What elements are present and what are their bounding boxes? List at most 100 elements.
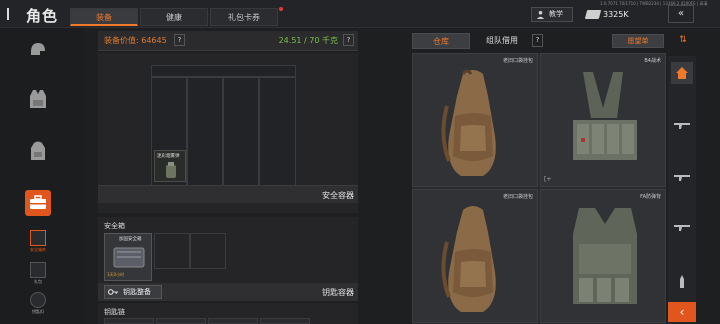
reinforced-safebox-item[interactable]: 加固安全箱 3天0小时 bbox=[104, 233, 152, 281]
tab-label: 健康 bbox=[166, 13, 182, 22]
grid-cell[interactable] bbox=[151, 65, 296, 77]
slot-vest[interactable] bbox=[25, 86, 51, 112]
double-chevron-left-icon: « bbox=[677, 8, 685, 19]
armor-vest-icon bbox=[573, 208, 637, 304]
storage-grid: 老旧口袋挂包 B4战术 [+ 老旧口袋挂包 FA防弹背 bbox=[412, 53, 666, 324]
item-mark: [+ bbox=[544, 176, 552, 183]
category-rifle[interactable] bbox=[671, 216, 693, 238]
slot-helmet[interactable] bbox=[25, 36, 51, 62]
sidebar-item-label: 钥匙扣 bbox=[32, 309, 44, 314]
keychain-area: 钥匙链 bbox=[98, 303, 358, 324]
wishlist-label: 愿望单 bbox=[627, 37, 649, 45]
sort-button[interactable]: ⇅ bbox=[672, 31, 694, 49]
wishlist-button[interactable]: 愿望单 bbox=[612, 34, 664, 48]
helmet-icon bbox=[31, 43, 45, 55]
tab-label: 装备 bbox=[96, 13, 112, 22]
back-icon[interactable] bbox=[6, 7, 20, 21]
category-rifle[interactable] bbox=[671, 114, 693, 136]
help-mark: ? bbox=[346, 36, 351, 44]
rifle-icon bbox=[674, 225, 690, 231]
tab-label: 仓库 bbox=[433, 37, 449, 46]
sidebar-item-safebox[interactable]: 安全箱库 bbox=[28, 230, 48, 253]
tutorial-button[interactable]: 教学 bbox=[531, 7, 573, 22]
case-icon bbox=[30, 195, 46, 209]
collapse-rail-button[interactable]: ‹ bbox=[668, 302, 696, 322]
storage-item[interactable]: B4战术 [+ bbox=[540, 53, 666, 187]
safe-slot[interactable] bbox=[190, 233, 226, 269]
help-button[interactable]: ? bbox=[532, 34, 543, 47]
sidebar-item-label: 安全箱库 bbox=[30, 247, 46, 252]
sack-backpack-icon bbox=[441, 69, 496, 176]
storage-item[interactable]: 老旧口袋挂包 bbox=[412, 53, 538, 187]
sack-backpack-icon bbox=[441, 206, 496, 312]
item-name: FA防弹背 bbox=[640, 194, 661, 200]
grenade-icon bbox=[166, 162, 176, 178]
slot-backpack[interactable] bbox=[25, 138, 51, 164]
page-title: 角色 bbox=[26, 7, 59, 25]
keyring-icon bbox=[30, 292, 46, 308]
backpack-icon bbox=[31, 141, 45, 160]
grid-cell[interactable] bbox=[223, 77, 259, 189]
section-title: 安全容器 bbox=[322, 191, 354, 200]
keychain-label: 钥匙链 bbox=[104, 308, 125, 316]
chevron-left-icon: ‹ bbox=[679, 305, 685, 319]
gift-icon bbox=[30, 262, 46, 278]
category-all[interactable] bbox=[671, 62, 693, 84]
rifle-icon bbox=[674, 123, 690, 129]
category-rail bbox=[668, 56, 696, 324]
tab-team-borrow[interactable]: 组队借用 bbox=[474, 33, 530, 49]
tab-label: 组队借用 bbox=[486, 36, 518, 45]
grid-cell[interactable] bbox=[259, 77, 296, 189]
slot-case[interactable] bbox=[25, 190, 51, 216]
safe-container-header: 安全容器 bbox=[98, 185, 358, 203]
safe-container-area: 安全箱 加固安全箱 3天0小时 bbox=[98, 217, 358, 283]
equipment-slot-sidebar: 安全箱库 礼包 钥匙扣 bbox=[0, 28, 84, 324]
weight-help-button[interactable]: ? bbox=[343, 34, 354, 46]
key-organize-button[interactable]: 钥匙整备 bbox=[104, 285, 162, 299]
help-mark: ? bbox=[177, 36, 182, 44]
sidebar-item-label: 礼包 bbox=[34, 279, 42, 284]
storage-panel: 仓库 组队借用 ? 愿望单 老旧口袋挂包 B4战术 [+ 老旧口袋挂包 FA防弹… bbox=[412, 31, 666, 324]
key-slot[interactable] bbox=[104, 318, 154, 324]
notification-dot bbox=[279, 7, 283, 11]
item-name: B4战术 bbox=[644, 58, 661, 64]
smoke-grenade-item[interactable]: 迷彩烟雾弹 bbox=[154, 150, 186, 182]
sort-icon: ⇅ bbox=[679, 35, 687, 45]
key-container-header: 钥匙整备 钥匙容器 bbox=[98, 283, 358, 301]
help-mark: ? bbox=[535, 36, 540, 44]
top-bar: 角色 装备 健康 礼包卡券 1.0.7071 70/1710 | TWB2234… bbox=[0, 0, 720, 28]
tutorial-label: 教学 bbox=[549, 10, 563, 18]
currency-amount: 3325K bbox=[603, 10, 629, 19]
sidebar-item-gift[interactable]: 礼包 bbox=[28, 262, 48, 285]
sidebar-item-keyring[interactable]: 钥匙扣 bbox=[28, 292, 48, 315]
storage-item[interactable]: FA防弹背 bbox=[540, 189, 666, 323]
tab-equipment[interactable]: 装备 bbox=[70, 8, 138, 26]
storage-item[interactable]: 老旧口袋挂包 bbox=[412, 189, 538, 323]
tab-health[interactable]: 健康 bbox=[140, 8, 208, 26]
tactical-rig-icon bbox=[573, 72, 637, 160]
category-ammo[interactable] bbox=[671, 270, 693, 292]
ammo-icon bbox=[680, 275, 684, 288]
safe-label: 安全箱 bbox=[104, 222, 125, 230]
weight-readout: 24.51 / 70 千克 bbox=[278, 36, 338, 45]
key-slot[interactable] bbox=[156, 318, 206, 324]
collapse-button[interactable]: « bbox=[668, 5, 694, 23]
rifle-icon bbox=[674, 175, 690, 181]
key-slot[interactable] bbox=[208, 318, 258, 324]
safebox-icon bbox=[30, 230, 46, 246]
tab-gift-coupons[interactable]: 礼包卡券 bbox=[210, 7, 283, 26]
currency-display: 3325K bbox=[583, 7, 663, 22]
safebox-icon bbox=[113, 247, 145, 268]
category-rifle[interactable] bbox=[671, 166, 693, 188]
tab-warehouse[interactable]: 仓库 bbox=[412, 33, 470, 49]
storage-header: 仓库 组队借用 ? 愿望单 bbox=[412, 31, 666, 51]
home-icon bbox=[676, 67, 688, 79]
vest-icon bbox=[30, 90, 46, 108]
equipment-panel: 装备价值: 64645 ? 24.51 / 70 千克 ? 迷彩烟雾弹 安全容器… bbox=[98, 31, 358, 324]
item-name: 迷彩烟雾弹 bbox=[157, 154, 180, 159]
help-button[interactable]: ? bbox=[174, 34, 185, 46]
safe-slot[interactable] bbox=[154, 233, 190, 269]
key-slot[interactable] bbox=[260, 318, 310, 324]
equipment-value: 装备价值: 64645 bbox=[104, 36, 167, 45]
grid-cell[interactable] bbox=[187, 77, 223, 189]
